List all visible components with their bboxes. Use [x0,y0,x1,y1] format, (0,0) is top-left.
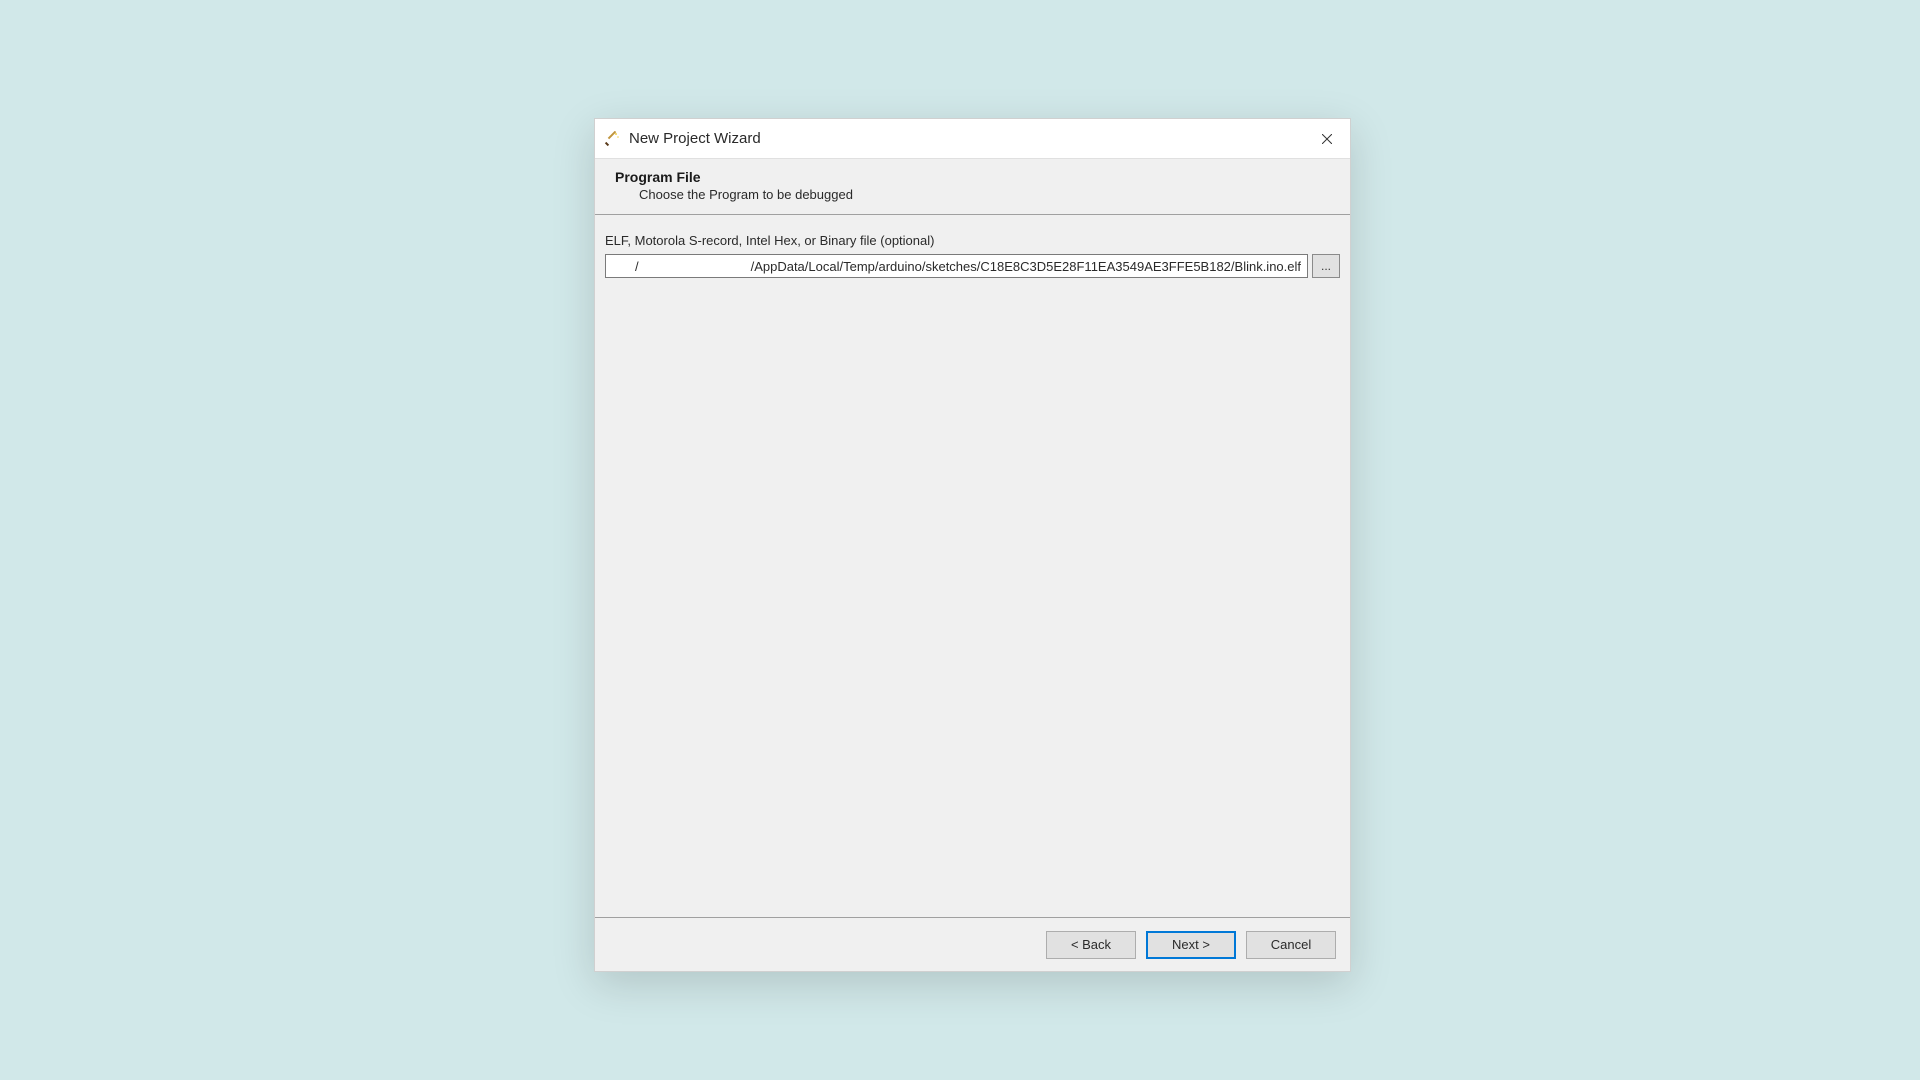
header-panel: Program File Choose the Program to be de… [595,159,1350,215]
window-title: New Project Wizard [629,130,1304,147]
browse-button[interactable]: ... [1312,254,1340,278]
back-button[interactable]: < Back [1046,931,1136,959]
program-file-label: ELF, Motorola S-record, Intel Hex, or Bi… [605,233,1340,248]
page-title: Program File [615,169,1330,185]
page-subtitle: Choose the Program to be debugged [615,187,1330,202]
content-panel: ELF, Motorola S-record, Intel Hex, or Bi… [595,215,1350,917]
file-input-row: ... [605,254,1340,278]
footer: < Back Next > Cancel [595,917,1350,971]
titlebar: New Project Wizard [595,119,1350,159]
next-button[interactable]: Next > [1146,931,1236,959]
close-icon [1322,134,1332,144]
close-button[interactable] [1304,119,1350,159]
program-file-input[interactable] [605,254,1308,278]
cancel-button[interactable]: Cancel [1246,931,1336,959]
wizard-wand-icon [603,130,621,148]
new-project-wizard-dialog: New Project Wizard Program File Choose t… [594,118,1351,972]
